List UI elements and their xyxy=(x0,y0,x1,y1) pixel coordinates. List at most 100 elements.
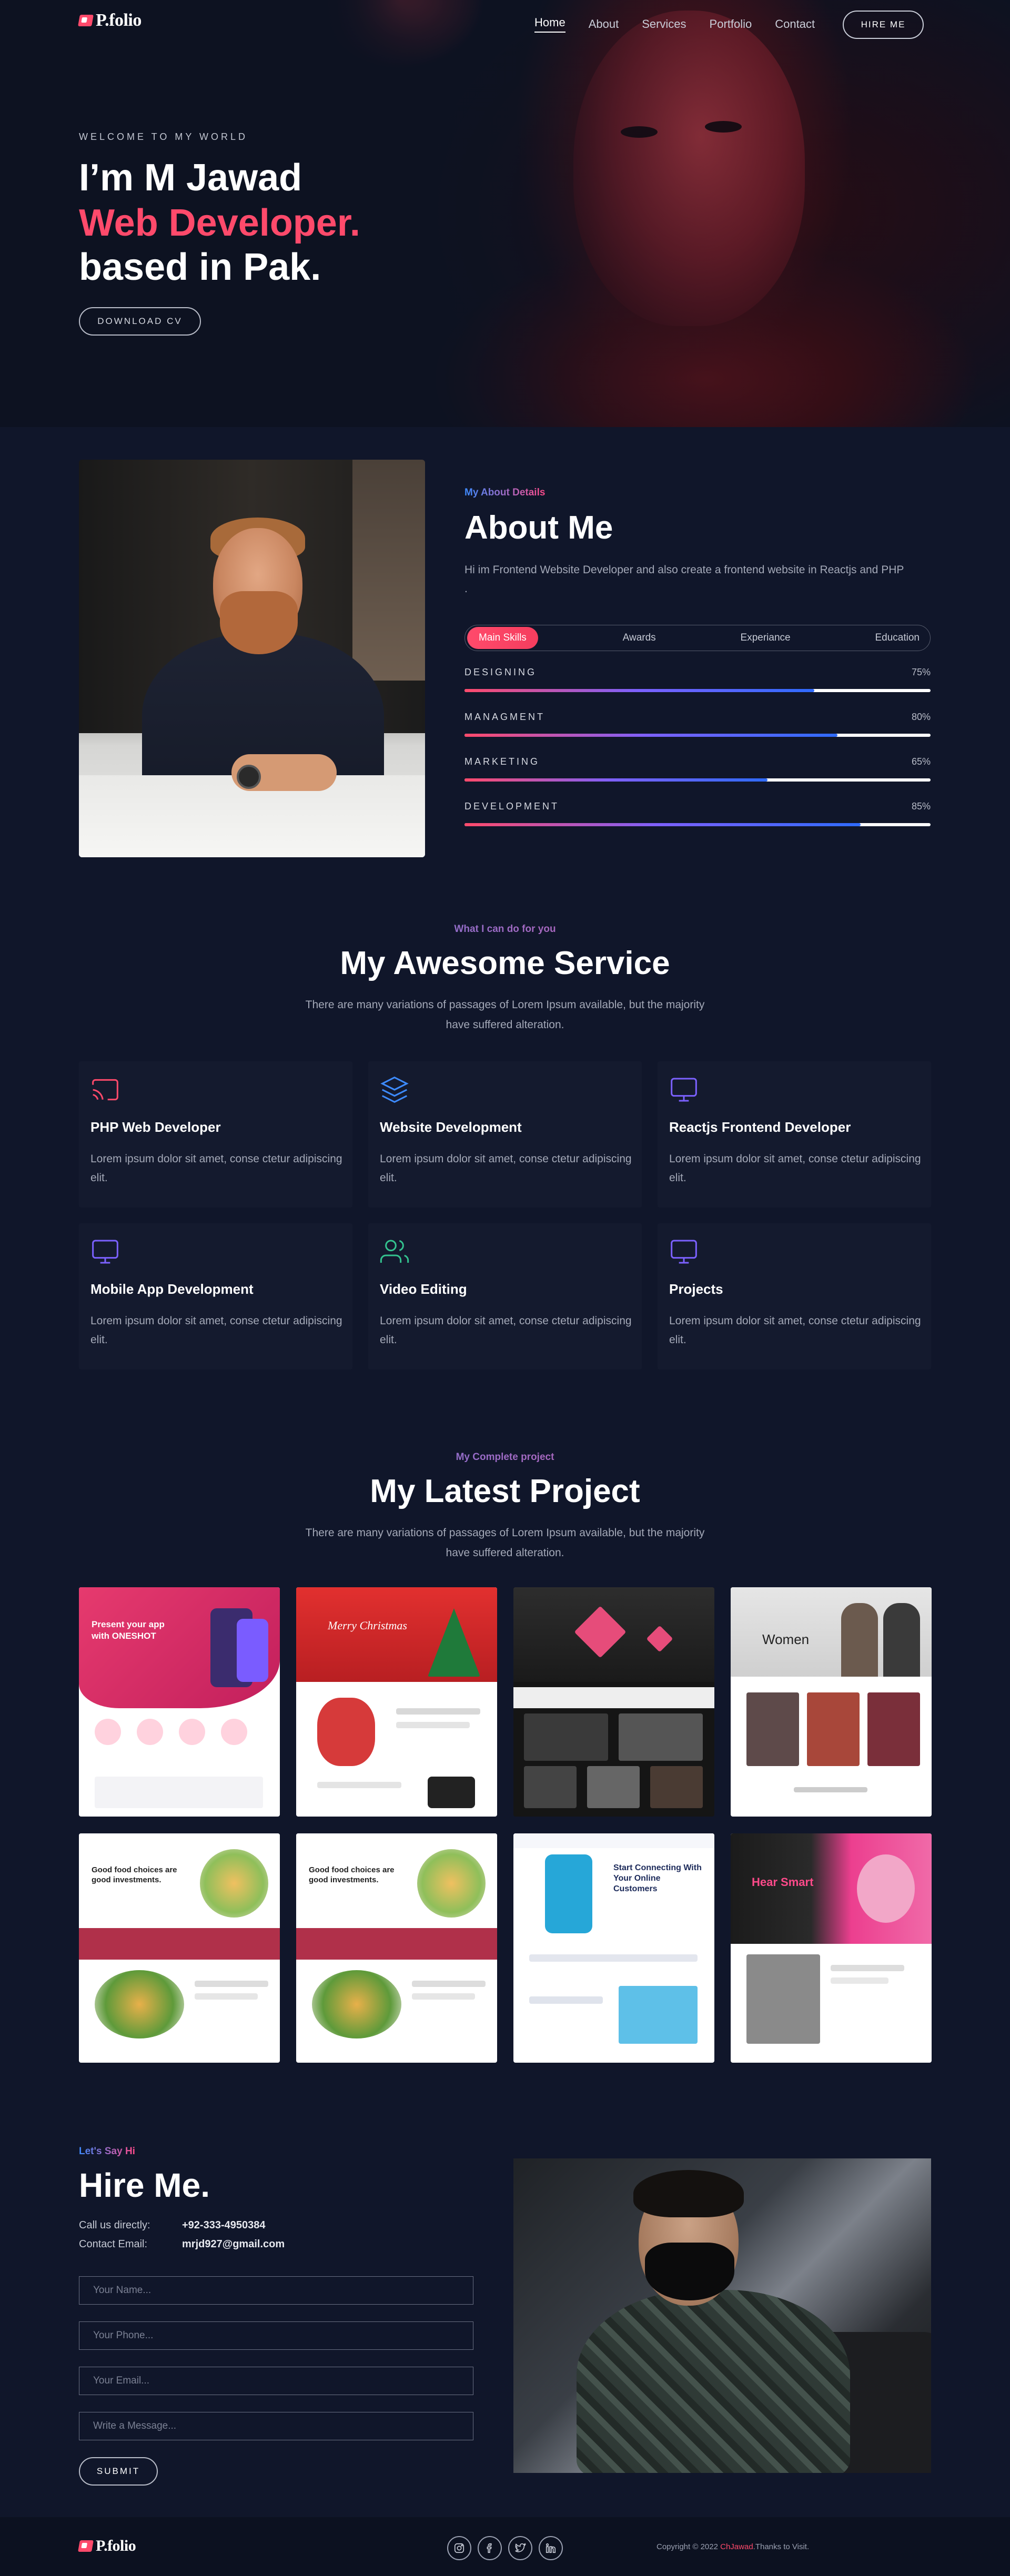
facebook-icon[interactable] xyxy=(478,2536,502,2560)
service-title: Website Development xyxy=(380,1119,522,1135)
tab-education[interactable]: Education xyxy=(875,632,920,644)
contact-email-value[interactable]: mrjd927@gmail.com xyxy=(182,2238,285,2250)
email-input[interactable] xyxy=(79,2367,473,2395)
skill-percent: 80% xyxy=(911,712,931,722)
project-headline: Start Connecting With Your Online Custom… xyxy=(613,1863,702,1893)
skill-progress-track xyxy=(464,689,931,692)
service-card[interactable]: Website Development Lorem ipsum dolor si… xyxy=(368,1061,642,1208)
skill-row: MANAGMENT 80% xyxy=(464,712,931,737)
services-title: My Awesome Service xyxy=(340,945,670,981)
projects-kicker: My Complete project xyxy=(0,1452,1010,1463)
project-thumbnail[interactable]: Good food choices are good investments. xyxy=(79,1833,280,2063)
service-title: Mobile App Development xyxy=(90,1281,254,1297)
service-card[interactable]: PHP Web Developer Lorem ipsum dolor sit … xyxy=(79,1061,352,1208)
service-text: Lorem ipsum dolor sit amet, conse ctetur… xyxy=(90,1315,342,1346)
project-headline: Present your app with ONESHOT xyxy=(92,1619,165,1641)
service-title: Projects xyxy=(669,1281,723,1297)
download-cv-button[interactable]: DOWNLOAD CV xyxy=(79,307,201,336)
skill-name: MARKETING xyxy=(464,756,540,767)
copyright-prefix: Copyright © 2022 xyxy=(656,2542,721,2551)
linkedin-icon[interactable] xyxy=(539,2536,563,2560)
tab-experience[interactable]: Experiance xyxy=(741,632,791,644)
service-text: Lorem ipsum dolor sit amet, conse ctetur… xyxy=(380,1153,632,1184)
projects-title: My Latest Project xyxy=(370,1473,640,1509)
twitter-icon[interactable] xyxy=(508,2536,532,2560)
skill-row: MARKETING 65% xyxy=(464,756,931,782)
hire-photo xyxy=(513,2158,931,2473)
service-text: Lorem ipsum dolor sit amet, conse ctetur… xyxy=(669,1315,921,1346)
about-photo xyxy=(79,460,425,857)
users-icon xyxy=(380,1240,409,1263)
skill-progress-track xyxy=(464,823,931,826)
message-input[interactable] xyxy=(79,2412,473,2440)
project-headline: Merry Christmas xyxy=(328,1619,407,1632)
service-title: PHP Web Developer xyxy=(90,1119,221,1135)
main-nav: Home About Services Portfolio Contact xyxy=(534,16,838,33)
service-title: Reactjs Frontend Developer xyxy=(669,1119,851,1135)
about-kicker: My About Details xyxy=(464,487,546,498)
skill-progress-fill xyxy=(464,778,767,782)
project-thumbnail[interactable]: Women xyxy=(731,1587,932,1817)
service-card[interactable]: Reactjs Frontend Developer Lorem ipsum d… xyxy=(658,1061,931,1208)
nav-home[interactable]: Home xyxy=(534,16,565,33)
submit-button[interactable]: SUBMIT xyxy=(79,2457,158,2486)
skill-progress-fill xyxy=(464,823,861,826)
cast-icon xyxy=(92,1079,118,1101)
project-headline: Women xyxy=(762,1631,810,1647)
copyright-suffix: .Thanks to Visit. xyxy=(753,2542,810,2551)
service-card[interactable]: Projects Lorem ipsum dolor sit amet, con… xyxy=(658,1223,931,1370)
footer-logo[interactable]: P.folio xyxy=(78,2537,136,2555)
site-logo[interactable]: P.folio xyxy=(78,11,142,31)
hire-kicker: Let's Say Hi xyxy=(79,2146,135,2157)
skill-name: MANAGMENT xyxy=(464,712,545,722)
tab-awards[interactable]: Awards xyxy=(623,632,656,644)
skill-name: DESIGNING xyxy=(464,667,537,677)
about-description: Hi im Frontend Website Developer and als… xyxy=(464,564,904,595)
hire-title: Hire Me. xyxy=(79,2166,210,2204)
phone-input[interactable] xyxy=(79,2321,473,2350)
contact-phone-value[interactable]: +92-333-4950384 xyxy=(182,2219,265,2232)
contact-phone-label: Call us directly: xyxy=(79,2219,150,2231)
contact-phone-row: Call us directly: +92-333-4950384 xyxy=(79,2219,265,2232)
skill-progress-fill xyxy=(464,689,814,692)
project-thumbnail[interactable]: Merry Christmas xyxy=(296,1587,497,1817)
monitor-icon xyxy=(92,1240,118,1264)
services-kicker: What I can do for you xyxy=(0,924,1010,935)
hire-me-button[interactable]: HIRE ME xyxy=(843,11,924,39)
project-headline: Good food choices are good investments. xyxy=(309,1865,395,1884)
tab-main-skills[interactable]: Main Skills xyxy=(467,627,538,649)
hero-name-heading: I’m M Jawad xyxy=(79,157,302,199)
project-headline: Good food choices are good investments. xyxy=(92,1865,177,1884)
logo-icon xyxy=(78,2540,94,2552)
project-headline: Hear Smart xyxy=(752,1875,814,1889)
service-card[interactable]: Video Editing Lorem ipsum dolor sit amet… xyxy=(368,1223,642,1370)
nav-services[interactable]: Services xyxy=(642,17,686,31)
contact-email-row: Contact Email: mrjd927@gmail.com xyxy=(79,2238,285,2250)
project-thumbnail[interactable] xyxy=(513,1587,714,1817)
service-card[interactable]: Mobile App Development Lorem ipsum dolor… xyxy=(79,1223,352,1370)
copyright-name[interactable]: ChJawad xyxy=(720,2542,753,2551)
layers-icon xyxy=(380,1076,409,1103)
monitor-icon xyxy=(671,1240,697,1264)
project-thumbnail[interactable]: Start Connecting With Your Online Custom… xyxy=(513,1833,714,2063)
project-thumbnail[interactable]: Present your app with ONESHOT xyxy=(79,1587,280,1817)
about-title: About Me xyxy=(464,510,613,546)
skill-progress-track xyxy=(464,778,931,782)
monitor-icon xyxy=(671,1078,697,1102)
name-input[interactable] xyxy=(79,2276,473,2305)
project-thumbnail[interactable]: Good food choices are good investments. xyxy=(296,1833,497,2063)
nav-portfolio[interactable]: Portfolio xyxy=(710,17,752,31)
project-thumbnail[interactable]: Hear Smart xyxy=(731,1833,932,2063)
skill-percent: 75% xyxy=(911,667,931,677)
about-tabs: Main Skills Awards Experiance Education xyxy=(464,625,931,651)
copyright-text: Copyright © 2022 ChJawad.Thanks to Visit… xyxy=(656,2542,809,2551)
skill-row: DEVELOPMENT 85% xyxy=(464,801,931,826)
nav-about[interactable]: About xyxy=(589,17,619,31)
service-title: Video Editing xyxy=(380,1281,467,1297)
nav-contact[interactable]: Contact xyxy=(775,17,815,31)
logo-text: P.folio xyxy=(96,2537,136,2554)
skill-percent: 65% xyxy=(911,756,931,767)
hero-welcome-text: WELCOME TO MY WORLD xyxy=(79,131,248,142)
instagram-icon[interactable] xyxy=(447,2536,471,2560)
service-text: Lorem ipsum dolor sit amet, conse ctetur… xyxy=(380,1315,632,1346)
